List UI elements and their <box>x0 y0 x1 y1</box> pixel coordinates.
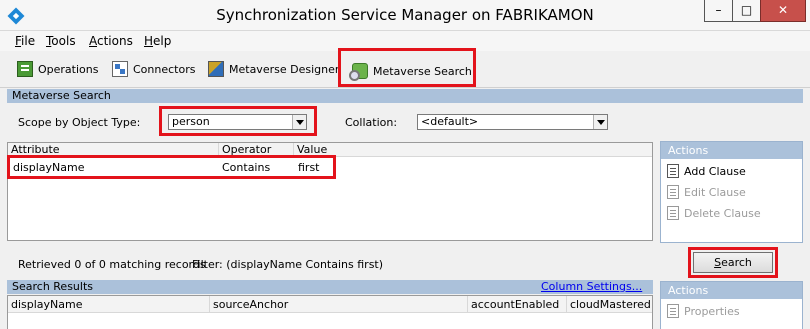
close-button[interactable]: ✕ <box>760 0 806 22</box>
metaverse-search-header: Metaverse Search <box>7 89 803 103</box>
chevron-down-icon[interactable] <box>593 115 607 129</box>
menu-help[interactable]: Help <box>144 34 171 48</box>
results-grid-header: displayName sourceAnchor accountEnabled … <box>8 296 652 313</box>
add-clause-action[interactable]: Add Clause <box>667 164 746 178</box>
column-sourceanchor[interactable]: sourceAnchor <box>210 296 468 313</box>
menu-tools[interactable]: Tools <box>46 34 76 48</box>
results-actions-title: Actions <box>661 282 802 299</box>
collation-select[interactable]: <default> <box>417 114 608 130</box>
highlight-metaverse-search <box>338 48 476 87</box>
properties-icon <box>667 304 679 318</box>
metaverse-designer-button[interactable]: Metaverse Designer <box>208 58 339 80</box>
highlight-clause-row <box>7 155 336 179</box>
edit-clause-icon <box>667 185 679 199</box>
operations-button[interactable]: Operations <box>17 58 98 80</box>
connectors-button[interactable]: Connectors <box>112 58 195 80</box>
delete-clause-action[interactable]: Delete Clause <box>667 206 761 220</box>
column-settings-link[interactable]: Column Settings... <box>541 280 642 293</box>
minimize-button[interactable]: – <box>704 0 733 22</box>
maximize-button[interactable]: □ <box>732 0 761 22</box>
actions-title: Actions <box>661 142 802 159</box>
filter-status: Filter: (displayName Contains first) <box>192 258 384 271</box>
title-bar: Synchronization Service Manager on FABRI… <box>0 0 810 31</box>
column-accountenabled[interactable]: accountEnabled <box>468 296 567 313</box>
window-title: Synchronization Service Manager on FABRI… <box>216 6 594 24</box>
highlight-scope <box>159 106 317 136</box>
results-grid[interactable]: displayName sourceAnchor accountEnabled … <box>7 295 653 329</box>
scope-label: Scope by Object Type: <box>18 116 141 129</box>
column-value[interactable]: Value <box>294 143 654 157</box>
connectors-icon <box>112 61 128 77</box>
menu-actions[interactable]: Actions <box>89 34 133 48</box>
column-cloudmastered[interactable]: cloudMastered <box>567 296 654 313</box>
menu-file[interactable]: File <box>15 34 35 48</box>
retrieved-status: Retrieved 0 of 0 matching records <box>18 258 206 271</box>
edit-clause-action[interactable]: Edit Clause <box>667 185 746 199</box>
add-clause-icon <box>667 164 679 178</box>
results-actions-panel: Actions Properties <box>660 281 803 329</box>
collation-label: Collation: <box>345 116 398 129</box>
actions-panel: Actions Add Clause Edit Clause Delete Cl… <box>660 141 803 243</box>
column-displayname[interactable]: displayName <box>8 296 210 313</box>
metaverse-designer-icon <box>208 61 224 77</box>
properties-action[interactable]: Properties <box>667 304 740 318</box>
highlight-search-button <box>688 247 778 278</box>
delete-clause-icon <box>667 206 679 220</box>
operations-icon <box>17 61 33 77</box>
